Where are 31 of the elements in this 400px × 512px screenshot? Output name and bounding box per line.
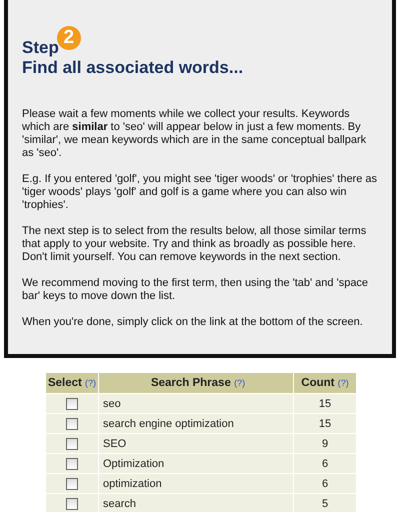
help-link[interactable]: (?)	[338, 378, 349, 388]
step-title: Find all associated words...	[22, 58, 244, 78]
count-cell: 6	[294, 474, 356, 494]
select-checkbox[interactable]	[66, 438, 78, 450]
phrase-cell: seo	[98, 394, 294, 414]
count-cell: 5	[294, 494, 356, 512]
select-checkbox[interactable]	[66, 498, 78, 510]
phrase-cell: search	[98, 494, 294, 512]
count-cell: 6	[294, 454, 356, 474]
count-cell: 15	[294, 414, 356, 434]
column-header: Select (?)	[46, 372, 98, 394]
select-checkbox[interactable]	[66, 458, 78, 470]
instruction-paragraph: When you're done, simply click on the link at the bottom of the screen.	[22, 316, 364, 329]
phrase-cell: SEO	[98, 434, 294, 454]
instruction-paragraph: We recommend moving to the first term, then using the 'tab' and 'space bar' keys to move down the list.	[22, 277, 370, 303]
select-checkbox[interactable]	[66, 418, 78, 430]
step-label: Step	[22, 38, 59, 58]
instruction-paragraph: The next step is to select from the results below, all those similar terms that apply to your website. Try and think as broadly as possible here. Don't limit yourself. You can remove keywords in the next section.	[22, 225, 368, 264]
instruction-paragraph: Please wait a few moments while we collect your results. Keywords which are similar to 'seo' will appear below in just a few moments. By 'similar', we mean keywords which are in the same conceptual ballpark as 'seo'.	[22, 108, 368, 160]
select-checkbox[interactable]	[66, 478, 78, 490]
phrase-cell: optimization	[98, 474, 294, 494]
column-header: Search Phrase (?)	[98, 372, 294, 394]
help-link[interactable]: (?)	[234, 378, 246, 388]
phrase-cell: search engine optimization	[98, 414, 294, 434]
phrase-cell: Optimization	[98, 454, 294, 474]
count-cell: 9	[294, 434, 356, 454]
select-checkbox[interactable]	[66, 398, 78, 410]
help-link[interactable]: (?)	[85, 378, 96, 388]
column-header: Count (?)	[294, 372, 356, 394]
count-cell: 15	[294, 394, 356, 414]
instruction-paragraph: E.g. If you entered 'golf', you might see 'tiger woods' or 'trophies' there as 'tiger woods' plays 'golf' and golf is a game where you can also win 'trophies'.	[22, 173, 378, 212]
